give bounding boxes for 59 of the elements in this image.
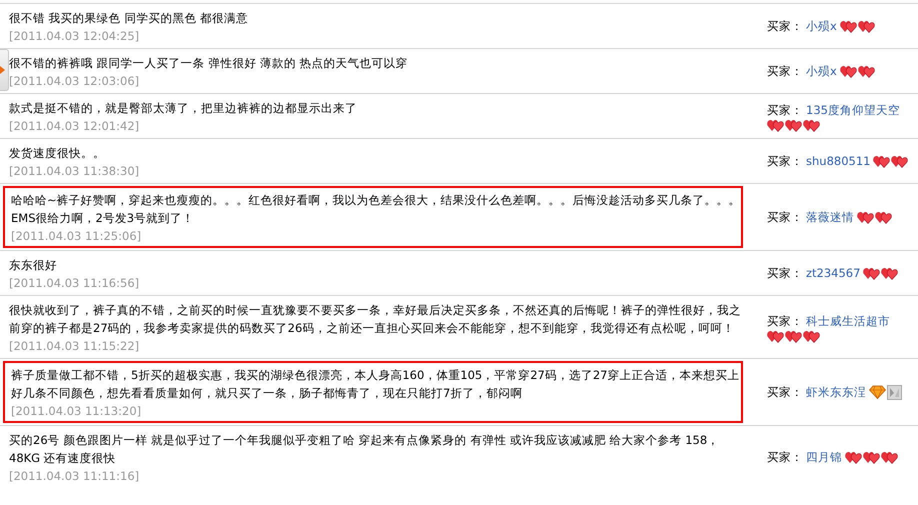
review-date: [2011.04.03 11:38:30]: [9, 163, 140, 180]
review-date: [2011.04.03 12:04:25]: [9, 28, 140, 45]
review-text: 款式是挺不错的，就是臀部太薄了，把里边裤裤的边都显示出来了: [9, 100, 358, 117]
arrow-icon: [0, 66, 5, 74]
buyer-link[interactable]: 四月锦: [806, 448, 842, 466]
buyer-label: 买家：: [767, 102, 803, 118]
buyer-link[interactable]: 135度角仰望天空: [806, 100, 900, 118]
review-date: [2011.04.03 11:15:22]: [9, 338, 140, 355]
buyer-link[interactable]: zt234567: [806, 264, 860, 282]
buyer-link[interactable]: 落薇迷情: [806, 208, 854, 226]
buyer-link[interactable]: 虾米东东浧: [806, 383, 866, 401]
hearts-icon: [767, 330, 784, 342]
review-date: [2011.04.03 11:11:16]: [9, 468, 140, 485]
hearts-icon: [875, 210, 892, 224]
hearts-icon: [881, 266, 898, 280]
buyer-label: 买家：: [767, 63, 803, 80]
review-text: 发货速度很快。。: [9, 145, 106, 162]
buyer-label: 买家：: [767, 449, 803, 466]
hearts-icon: [857, 210, 874, 224]
review-text: 很不错的裤裤哦 跟同学一人买了一条 弹性很好 薄款的 热点的天气也可以穿: [9, 55, 409, 72]
review-date: [2011.04.03 11:25:06]: [11, 228, 142, 245]
buyer-link[interactable]: 小殒x: [806, 17, 837, 35]
hearts-icon: [803, 118, 820, 132]
hearts-icon: [803, 330, 820, 342]
hearts-icon: [873, 154, 890, 168]
hearts-icon: [785, 330, 802, 342]
review-text: 裤子质量做工都不错，5折买的超极实惠，我买的湖绿色很漂亮，本人身高160，体重105，平常穿27码，选了27穿上正合适，本来想买上好几条不同颜色，想先看看质量如何，就只买了一条，肠子都悔青了，现在只能打7折了，郁闷啊: [11, 367, 740, 402]
hearts-icon: [785, 118, 802, 132]
hearts-icon: [845, 450, 862, 464]
hearts-icon: [858, 20, 875, 32]
hearts-icon: [891, 154, 908, 168]
review-date: [2011.04.03 12:03:06]: [9, 73, 140, 90]
buyer-label: 买家：: [767, 312, 803, 330]
hearts-icon: [840, 64, 857, 78]
buyer-label: 买家：: [767, 153, 803, 170]
buyer-label: 买家：: [767, 265, 803, 282]
hearts-icon: [858, 64, 875, 78]
diamond-icon: [869, 385, 886, 399]
hearts-icon: [863, 266, 880, 280]
review-date: [2011.04.03 11:13:20]: [11, 403, 142, 420]
hearts-icon: [881, 450, 898, 464]
buyer-link[interactable]: 小殒x: [806, 62, 837, 80]
buyer-label: 买家：: [767, 18, 803, 35]
review-text: 买的26号 颜色跟图片一样 就是似乎过了一个年我腿似乎变粗了哈 穿起来有点像紧身的 有弹性 或许我应该减减肥 给大家个参考 158，48KG 还有速度很快: [9, 432, 720, 467]
review-date: [2011.04.03 11:16:56]: [9, 275, 140, 292]
hearts-icon: [840, 20, 857, 32]
side-tab[interactable]: [0, 49, 9, 91]
review-text: 东东很好: [9, 257, 58, 274]
buyer-label: 买家：: [767, 209, 803, 226]
hearts-icon: [863, 450, 880, 464]
hearts-icon: [767, 118, 784, 132]
review-text: 哈哈哈~裤子好赞啊，穿起来也瘦瘦的。。。红色很好看啊，我以为色差会很大，结果没什么色差啊。。。后悔没趁活动多买几条了。。。EMS很给力啊，2号发3号就到了！: [11, 192, 741, 227]
review-text: 很不错 我买的果绿色 同学买的黑色 都很满意: [9, 10, 249, 27]
buyer-link[interactable]: shu880511: [806, 152, 870, 170]
review-date: [2011.04.03 12:01:42]: [9, 118, 140, 135]
review-text: 很快就收到了，裤子真的不错，之前买的时候一直犹豫要不要买多一条，幸好最后决定买多条，不然还真的后悔呢！裤子的弹性很好，我之前穿的裤子都是27码的，我参考卖家提供的码数买了26码，之前还一直担心买回来会不能能穿，想不到能穿，我觉得还有点松呢，呵呵！: [9, 302, 741, 337]
buyer-link[interactable]: 科士威生活超市: [806, 312, 890, 330]
badge-icon: [887, 384, 902, 400]
buyer-label: 买家：: [767, 384, 803, 401]
